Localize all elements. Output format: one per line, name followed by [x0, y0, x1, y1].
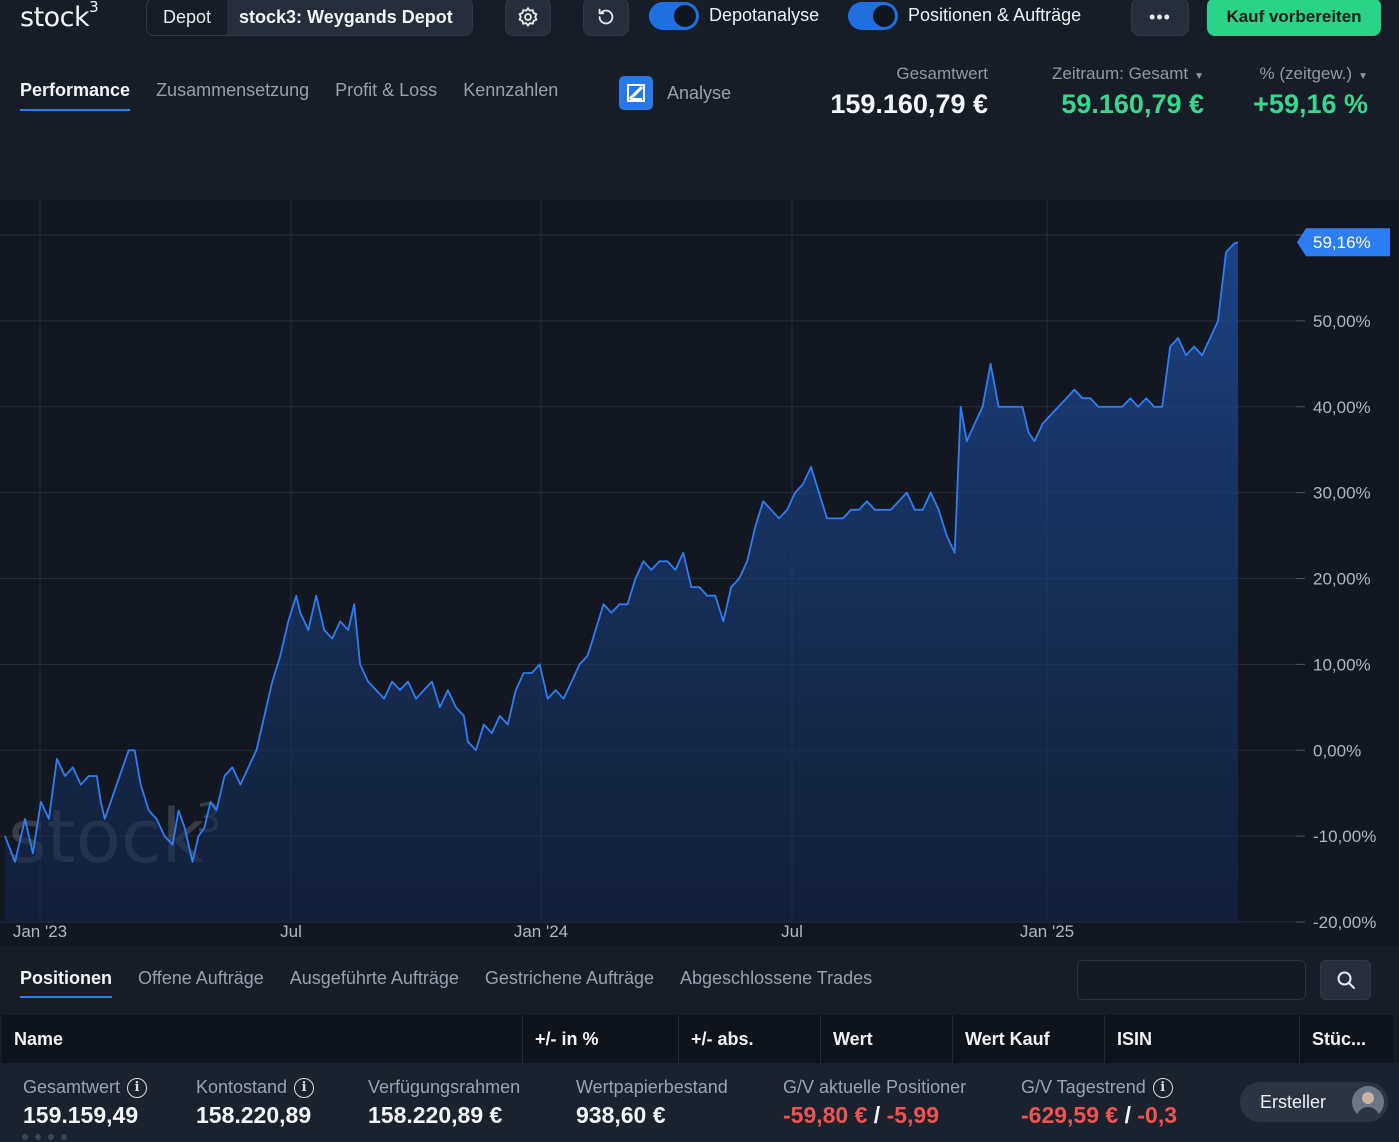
tab-gestrichene-auftraege[interactable]: Gestrichene Aufträge	[485, 968, 654, 998]
search-button[interactable]	[1320, 960, 1371, 1000]
positions-search-input[interactable]	[1077, 960, 1306, 1000]
stock3-logo[interactable]: stock3	[20, 0, 99, 33]
search-icon	[1337, 971, 1355, 989]
depotanalyse-toggle[interactable]	[649, 2, 699, 30]
y-tick-label: 50,00%	[1313, 312, 1371, 331]
footer-kontostand-label: Kontostand	[196, 1077, 288, 1097]
analyse-icon	[619, 76, 653, 110]
stat-prozent-value: +59,16 %	[1253, 89, 1368, 119]
depot-name[interactable]: stock3: Weygands Depot	[227, 0, 472, 35]
refresh-icon	[598, 8, 614, 25]
y-tick-label: -20,00%	[1313, 913, 1376, 932]
y-tick-label: 40,00%	[1313, 398, 1371, 417]
tab-performance[interactable]: Performance	[20, 80, 131, 111]
x-tick-label: Jul	[280, 922, 302, 941]
positions-table-header: Name +/- in % +/- abs. Wert Wert Kauf IS…	[2, 1015, 1393, 1063]
tab-profit-loss[interactable]: Profit & Loss	[335, 80, 437, 111]
gear-icon	[518, 6, 538, 28]
footer-gv-tagestrend-pct: -0,3	[1137, 1102, 1178, 1128]
footer-gesamtwert-label: Gesamtwert	[23, 1077, 121, 1097]
tab-abgeschlossene-trades[interactable]: Abgeschlossene Trades	[680, 968, 872, 998]
stat-zeitraum-value: 59.160,79 €	[1061, 89, 1204, 119]
footer-gv-aktuell-separator: /	[873, 1102, 881, 1128]
depot-selector[interactable]: Depot stock3: Weygands Depot	[146, 0, 473, 36]
stat-gesamtwert: Gesamtwert 159.160,79 €	[830, 64, 988, 120]
column-wert-kauf[interactable]: Wert Kauf	[953, 1015, 1105, 1063]
info-icon[interactable]: i	[1152, 1077, 1173, 1098]
kauf-vorbereiten-button[interactable]: Kauf vorbereiten	[1207, 0, 1381, 36]
positionen-auftraege-label: Positionen & Aufträge	[908, 5, 1082, 25]
x-tick-label: Jan '24	[514, 922, 568, 941]
tab-ausgefuehrte-auftraege[interactable]: Ausgeführte Aufträge	[290, 968, 459, 998]
column-name[interactable]: Name	[2, 1015, 523, 1063]
depot-label: Depot	[162, 6, 212, 27]
footer-kontostand-value: 158.220,89	[196, 1102, 312, 1128]
chevron-down-icon: ▼	[1194, 71, 1204, 82]
chevron-down-icon: ▼	[1358, 71, 1368, 82]
refresh-button[interactable]	[583, 0, 629, 36]
stat-zeitraum[interactable]: Zeitraum: Gesamt ▼ 59.160,79 €	[1052, 64, 1204, 120]
last-value-label: 59,16%	[1313, 233, 1371, 252]
performance-chart-svg: 50,00% 40,00% 30,00% 20,00% 10,00% 0,00% -10,0…	[0, 200, 1390, 941]
footer-gv-aktuell-pct: -5,99	[886, 1102, 940, 1128]
footer-gv-tagestrend-label: G/V Tagestrend	[1021, 1077, 1146, 1097]
footer-gv-aktuell: G/V aktuelle Positioner -59,80 € / -5,99	[783, 1077, 993, 1129]
tab-zusammensetzung[interactable]: Zusammensetzung	[156, 80, 309, 111]
footer-gesamtwert: Gesamtwert i 159.159,49	[23, 1077, 159, 1129]
ersteller-label: Ersteller	[1260, 1091, 1327, 1112]
footer-gv-aktuell-label: G/V aktuelle Positioner	[783, 1077, 967, 1097]
footer-verfuegungsrahmen: Verfügungsrahmen 158.220,89 €	[368, 1077, 520, 1129]
positionen-auftraege-toggle[interactable]	[848, 2, 898, 30]
footer-gv-tagestrend: G/V Tagestrend i -629,59 € / -0,3	[1021, 1077, 1221, 1129]
x-tick-label: Jan '25	[1020, 922, 1074, 941]
x-tick-label: Jul	[781, 922, 803, 941]
column-change-pct[interactable]: +/- in %	[523, 1015, 679, 1063]
y-tick-label: 20,00%	[1313, 570, 1371, 589]
depotanalyse-label: Depotanalyse	[709, 5, 820, 25]
avatar	[1352, 1086, 1384, 1118]
stat-prozent[interactable]: % (zeitgew.) ▼ +59,16 %	[1253, 64, 1368, 120]
footer-gv-aktuell-abs: -59,80 €	[783, 1102, 868, 1128]
footer-gesamtwert-value: 159.159,49	[23, 1102, 139, 1128]
info-icon[interactable]: i	[127, 1077, 148, 1098]
analyse-label: Analyse	[667, 82, 732, 103]
analysis-tabs: Performance Zusammensetzung Profit & Los…	[20, 80, 584, 111]
y-tick-label: 0,00%	[1313, 741, 1361, 760]
ersteller-button[interactable]: Ersteller	[1240, 1082, 1388, 1122]
footer-wertpapierbestand-label: Wertpapierbestand	[576, 1077, 728, 1097]
tab-kennzahlen[interactable]: Kennzahlen	[463, 80, 558, 111]
analyse-link[interactable]: Analyse	[619, 76, 731, 110]
footer-kontostand: Kontostand i 158.220,89	[196, 1077, 330, 1129]
stat-prozent-label[interactable]: % (zeitgew.) ▼	[1253, 64, 1369, 84]
y-tick-label: 30,00%	[1313, 484, 1371, 503]
footer-wertpapierbestand: Wertpapierbestand 938,60 €	[576, 1077, 728, 1129]
carousel-dots	[22, 1134, 67, 1140]
positions-tabs: Positionen Offene Aufträge Ausgeführte A…	[20, 968, 898, 998]
column-stueck[interactable]: Stüc...	[1300, 1015, 1393, 1063]
info-icon[interactable]: i	[294, 1077, 315, 1098]
footer-gv-tagestrend-separator: /	[1124, 1102, 1131, 1128]
stat-zeitraum-label[interactable]: Zeitraum: Gesamt ▼	[1052, 64, 1204, 84]
footer-gv-tagestrend-abs: -629,59 €	[1021, 1102, 1119, 1128]
y-tick-label: 10,00%	[1313, 655, 1371, 674]
footer-verfuegungsrahmen-label: Verfügungsrahmen	[368, 1077, 521, 1097]
settings-button[interactable]	[505, 0, 551, 36]
summary-footer: Gesamtwert i 159.159,49 Kontostand i 158.2…	[0, 1063, 1399, 1142]
performance-chart[interactable]: 50,00% 40,00% 30,00% 20,00% 10,00% 0,00% -10,0…	[0, 200, 1399, 946]
y-tick-label: -10,00%	[1313, 827, 1376, 846]
footer-wertpapierbestand-value: 938,60 €	[576, 1102, 666, 1128]
tab-offene-auftraege[interactable]: Offene Aufträge	[138, 968, 264, 998]
stat-gesamtwert-value: 159.160,79 €	[830, 89, 988, 119]
x-tick-label: Jan '23	[13, 922, 67, 941]
more-options-button[interactable]: •••	[1131, 0, 1189, 36]
column-wert[interactable]: Wert	[821, 1015, 953, 1063]
column-isin[interactable]: ISIN	[1105, 1015, 1300, 1063]
tab-positionen[interactable]: Positionen	[20, 968, 113, 998]
stat-gesamtwert-label: Gesamtwert	[896, 64, 988, 83]
top-bar: stock3 Depot stock3: Weygands Depot Depo…	[0, 0, 1399, 44]
column-change-abs[interactable]: +/- abs.	[679, 1015, 821, 1063]
footer-verfuegungsrahmen-value: 158.220,89 €	[368, 1102, 503, 1128]
